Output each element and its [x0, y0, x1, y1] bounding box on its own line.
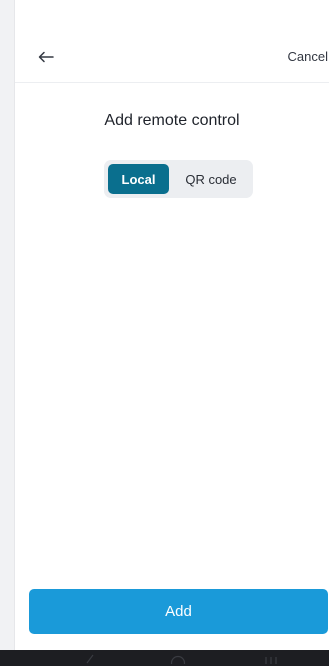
page-title: Add remote control	[104, 112, 240, 129]
left-edge-strip	[0, 0, 14, 650]
segment-local[interactable]: Local	[108, 164, 169, 194]
back-gesture-icon[interactable]	[84, 654, 96, 664]
system-navigation-bar	[0, 650, 329, 666]
arrow-left-icon	[38, 51, 54, 63]
add-button[interactable]: Add	[29, 589, 328, 634]
header-bar: Cancel	[15, 30, 329, 83]
left-edge-divider	[14, 0, 15, 650]
recents-icon[interactable]	[264, 654, 278, 664]
app-screen: Cancel Add remote control Local QR code …	[0, 0, 329, 666]
cancel-button[interactable]: Cancel	[288, 49, 328, 64]
segment-qr-code[interactable]: QR code	[174, 164, 248, 194]
back-button[interactable]	[35, 46, 57, 68]
source-segmented-control: Local QR code	[104, 160, 253, 198]
home-icon[interactable]	[170, 654, 186, 664]
